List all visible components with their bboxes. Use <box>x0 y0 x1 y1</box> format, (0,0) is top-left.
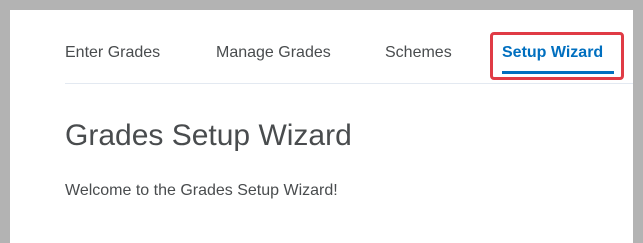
tab-schemes[interactable]: Schemes <box>385 43 452 63</box>
tab-manage-grades[interactable]: Manage Grades <box>216 43 331 63</box>
grades-tab-nav: Enter Grades Manage Grades Schemes Setup… <box>10 10 633 80</box>
page-title: Grades Setup Wizard <box>65 119 352 152</box>
callout-highlight-box <box>490 32 624 80</box>
grades-panel: Enter Grades Manage Grades Schemes Setup… <box>10 10 633 243</box>
nav-divider <box>65 83 633 84</box>
tab-enter-grades[interactable]: Enter Grades <box>65 43 160 63</box>
welcome-message: Welcome to the Grades Setup Wizard! <box>65 182 338 199</box>
